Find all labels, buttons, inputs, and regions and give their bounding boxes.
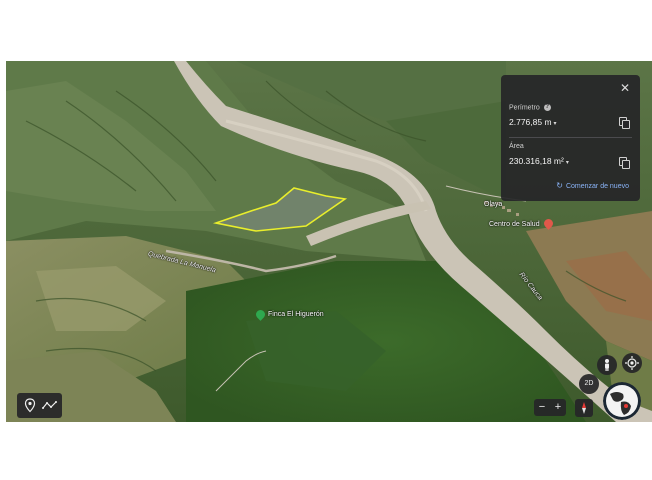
perimeter-unit-caret-icon[interactable]: ▾ bbox=[554, 121, 557, 127]
panel-divider bbox=[509, 137, 632, 138]
perimeter-label: Perímetro? bbox=[509, 104, 551, 111]
perimeter-label-text: Perímetro bbox=[509, 104, 540, 112]
area-value-text: 230.316,18 m² bbox=[509, 156, 564, 166]
finca-label: Finca El Higuerón bbox=[268, 311, 324, 318]
perimeter-value-text: 2.776,85 m bbox=[509, 117, 552, 127]
zoom-out-button[interactable]: − bbox=[534, 399, 550, 416]
globe-icon bbox=[603, 382, 641, 420]
layer-controls bbox=[17, 393, 62, 418]
pegman-icon bbox=[605, 359, 609, 371]
restart-icon: ↻ bbox=[556, 181, 563, 190]
area-value[interactable]: 230.316,18 m² ▾ bbox=[509, 156, 569, 166]
help-icon[interactable]: ? bbox=[543, 104, 551, 111]
zoom-controls: − + bbox=[534, 399, 566, 416]
restart-button[interactable]: ↻ Comenzar de nuevo bbox=[556, 181, 629, 190]
my-location-icon bbox=[625, 356, 639, 370]
compass-icon bbox=[582, 402, 586, 414]
copy-perimeter-icon[interactable] bbox=[619, 117, 630, 129]
area-label: Área bbox=[509, 143, 524, 150]
location-pin-icon bbox=[24, 398, 36, 413]
area-unit-caret-icon[interactable]: ▾ bbox=[566, 160, 569, 166]
olaya-label: Olaya bbox=[484, 201, 503, 208]
globe-button[interactable] bbox=[603, 382, 641, 420]
copy-area-icon[interactable] bbox=[619, 157, 630, 169]
pegman-button[interactable] bbox=[597, 355, 617, 375]
my-location-button[interactable] bbox=[622, 353, 642, 373]
path-icon bbox=[42, 401, 57, 409]
location-pin-button[interactable] bbox=[19, 393, 41, 418]
compass-button[interactable] bbox=[575, 399, 593, 417]
restart-label: Comenzar de nuevo bbox=[565, 183, 629, 190]
path-button[interactable] bbox=[39, 393, 61, 418]
zoom-in-button[interactable]: + bbox=[550, 399, 566, 416]
close-button[interactable]: ✕ bbox=[618, 81, 632, 95]
measure-panel: ✕ Perímetro? 2.776,85 m ▾ Área 230.316,18… bbox=[501, 75, 640, 201]
perimeter-value[interactable]: 2.776,85 m ▾ bbox=[509, 117, 557, 127]
view-mode-button[interactable]: 2D bbox=[579, 374, 599, 394]
centro-salud-label: Centro de Salud bbox=[489, 221, 540, 228]
